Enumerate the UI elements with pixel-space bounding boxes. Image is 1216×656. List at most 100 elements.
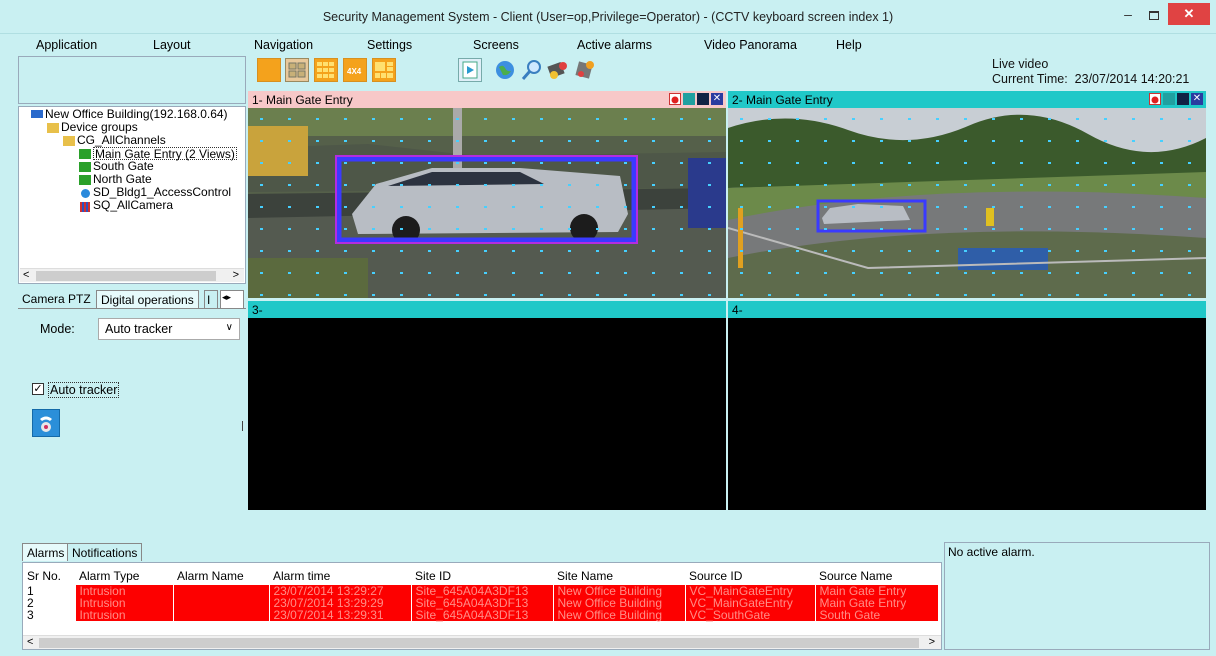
col-site-name[interactable]: Site Name — [553, 563, 685, 585]
tools-button[interactable] — [573, 58, 597, 82]
snapshot-icon[interactable] — [1177, 93, 1189, 105]
tree-channel-group[interactable]: CG_AllChannels — [77, 134, 166, 147]
divider — [242, 421, 243, 431]
video-view-2-title: 2- Main Gate Entry — [732, 93, 833, 107]
cell-source-id: VC_SouthGate — [685, 609, 816, 621]
cell-alarm-name — [173, 585, 270, 597]
video-playback-button[interactable] — [458, 58, 482, 82]
cell-site-name: New Office Building — [553, 609, 686, 621]
record-icon[interactable] — [669, 93, 681, 105]
cell-alarm-time: 23/07/2014 13:29:31 — [269, 609, 412, 621]
play-icon — [462, 61, 478, 79]
menu-active-alarms[interactable]: Active alarms — [577, 38, 652, 52]
scroll-thumb[interactable] — [39, 638, 919, 648]
menu-navigation[interactable]: Navigation — [254, 38, 313, 52]
col-source-id[interactable]: Source ID — [685, 563, 815, 585]
menu-layout[interactable]: Layout — [153, 38, 191, 52]
auto-tracker-button[interactable] — [32, 409, 60, 437]
svg-text:4X4: 4X4 — [347, 67, 362, 76]
audio-icon[interactable] — [683, 93, 695, 105]
cell-alarm-name — [173, 597, 270, 609]
auto-tracker-checkbox[interactable]: ✓ — [32, 383, 44, 395]
scroll-left-icon[interactable]: < — [23, 269, 29, 281]
col-sr-no[interactable]: Sr No. — [23, 563, 75, 585]
video-feed-2[interactable] — [728, 108, 1206, 298]
record-icon[interactable] — [1149, 93, 1161, 105]
menu-help[interactable]: Help — [836, 38, 862, 52]
scroll-thumb[interactable] — [36, 271, 216, 281]
tree-item-all-camera[interactable]: SQ_AllCamera — [93, 199, 173, 212]
close-view-icon[interactable]: ✕ — [711, 93, 723, 105]
tab-camera-ptz[interactable]: Camera PTZ — [18, 290, 95, 308]
camera-feed-1-image — [248, 108, 726, 298]
folder-icon — [47, 123, 59, 133]
title-bar: Security Management System - Client (Use… — [0, 0, 1216, 34]
mode-label: Mode: — [40, 322, 75, 336]
camera-icon — [79, 149, 91, 159]
window-title: Security Management System - Client (Use… — [322, 10, 894, 24]
mode-value: Auto tracker — [105, 322, 173, 336]
grid-3x3-icon — [317, 62, 334, 78]
col-source-name[interactable]: Source Name — [815, 563, 939, 585]
cell-source-name: South Gate — [815, 609, 939, 621]
tab-notifications[interactable]: Notifications — [67, 543, 143, 561]
col-alarm-name[interactable]: Alarm Name — [173, 563, 269, 585]
video-view-1[interactable]: 1- Main Gate Entry ✕ — [248, 91, 726, 298]
device-tree: New Office Building(192.168.0.64) Device… — [18, 106, 246, 284]
scroll-right-icon[interactable]: > — [929, 636, 935, 648]
layout-2x2-button[interactable] — [285, 58, 309, 82]
alarm-horizontal-scrollbar[interactable]: < > — [23, 635, 941, 649]
scroll-left-icon[interactable]: < — [27, 636, 33, 648]
menu-video-panorama[interactable]: Video Panorama — [704, 38, 797, 52]
camera-feed-2-image — [728, 108, 1206, 298]
col-alarm-time[interactable]: Alarm time — [269, 563, 411, 585]
layout-1x1-button[interactable] — [257, 58, 281, 82]
globe-button[interactable] — [493, 58, 517, 82]
filmstrip-button[interactable] — [546, 58, 570, 82]
audio-icon[interactable] — [1163, 93, 1175, 105]
video-feed-4[interactable] — [728, 318, 1206, 510]
tab-scroll-arrows[interactable]: ◂▸ — [220, 290, 244, 308]
video-feed-3[interactable] — [248, 318, 726, 510]
mode-select[interactable]: Auto tracker ∨ — [98, 318, 240, 340]
layout-4x4-button[interactable]: 4X4 — [343, 58, 367, 82]
video-feed-1[interactable] — [248, 108, 726, 298]
minimize-button[interactable]: – — [1118, 7, 1138, 24]
menu-screens[interactable]: Screens — [473, 38, 519, 52]
layout-3x3-button[interactable] — [314, 58, 338, 82]
video-view-4[interactable]: 4- — [728, 301, 1206, 510]
network-icon — [31, 110, 43, 118]
grid-2x2-icon — [288, 62, 306, 78]
left-tabs: Camera PTZ Digital operations I ◂▸ — [18, 290, 246, 308]
close-view-icon[interactable]: ✕ — [1191, 93, 1203, 105]
menu-settings[interactable]: Settings — [367, 38, 412, 52]
video-view-2[interactable]: 2- Main Gate Entry ✕ — [728, 91, 1206, 298]
video-view-3[interactable]: 3- — [248, 301, 726, 510]
tab-digital-operations[interactable]: Digital operations — [96, 290, 199, 308]
video-view-3-header: 3- — [248, 301, 726, 318]
auto-tracker-label[interactable]: Auto tracker — [48, 382, 120, 398]
video-view-4-title: 4- — [732, 303, 743, 317]
camera-icon — [79, 175, 91, 185]
alarm-table-header: Sr No. Alarm Type Alarm Name Alarm time … — [23, 563, 939, 585]
left-header-panel — [18, 56, 246, 104]
scroll-right-icon[interactable]: > — [233, 269, 239, 281]
menu-application[interactable]: Application — [36, 38, 97, 52]
video-view-1-header: 1- Main Gate Entry ✕ — [248, 91, 726, 108]
col-site-id[interactable]: Site ID — [411, 563, 553, 585]
close-button[interactable]: ✕ — [1168, 3, 1210, 25]
digital-operations-panel: Mode: Auto tracker ∨ ✓ Auto tracker — [18, 308, 246, 514]
tab-more[interactable]: I — [204, 290, 218, 308]
maximize-button[interactable] — [1145, 8, 1163, 24]
access-control-icon — [81, 189, 90, 198]
search-button[interactable] — [520, 58, 544, 82]
table-row[interactable]: 3 Intrusion 23/07/2014 13:29:31 Site_645… — [23, 609, 939, 621]
video-view-2-header: 2- Main Gate Entry ✕ — [728, 91, 1206, 108]
tree-horizontal-scrollbar[interactable]: < > — [20, 268, 244, 282]
layout-custom-button[interactable] — [372, 58, 396, 82]
snapshot-icon[interactable] — [697, 93, 709, 105]
video-view-4-header: 4- — [728, 301, 1206, 318]
sequence-icon — [80, 202, 90, 212]
tab-alarms[interactable]: Alarms — [22, 543, 70, 561]
col-alarm-type[interactable]: Alarm Type — [75, 563, 173, 585]
